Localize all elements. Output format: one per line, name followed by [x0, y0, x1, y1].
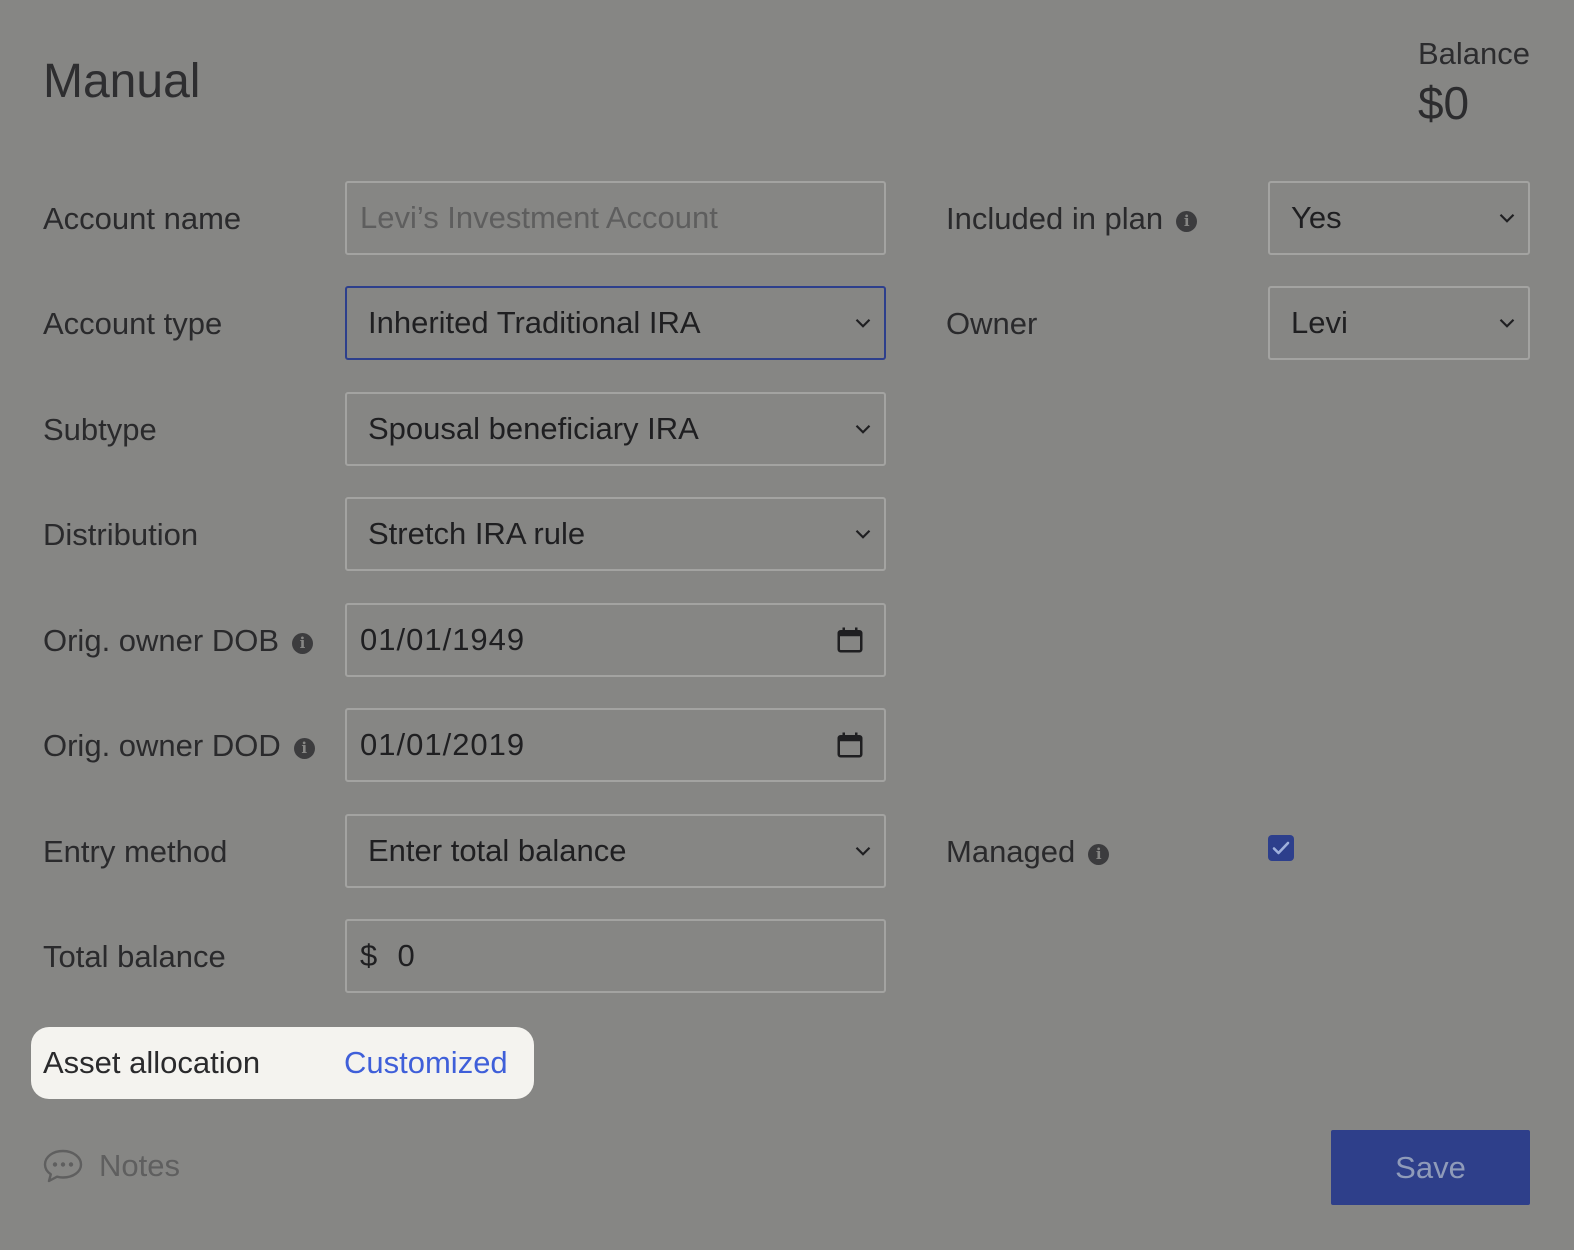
account-name-label: Account name	[43, 201, 242, 236]
calendar-icon[interactable]	[835, 730, 865, 760]
subtype-select[interactable]: Spousal beneficiary IRA	[345, 392, 886, 466]
orig-owner-dob-value: 01/01/1949	[360, 622, 526, 657]
distribution-select[interactable]: Stretch IRA rule	[345, 497, 886, 571]
entry-method-label: Entry method	[43, 834, 228, 869]
asset-allocation-label: Asset allocation	[43, 1045, 261, 1080]
notes-label: Notes	[99, 1148, 180, 1183]
orig-owner-dob-text: Orig. owner DOB	[43, 623, 280, 658]
included-in-plan-text: Included in plan	[946, 201, 1164, 236]
distribution-value: Stretch IRA rule	[368, 516, 586, 551]
account-name-input[interactable]: Levi’s Investment Account	[345, 181, 886, 255]
orig-owner-dod-value: 01/01/2019	[360, 727, 526, 762]
distribution-label: Distribution	[43, 517, 199, 552]
info-icon[interactable]: i	[1176, 210, 1198, 232]
info-icon[interactable]: i	[1088, 843, 1110, 865]
orig-owner-dod-text: Orig. owner DOD	[43, 728, 281, 763]
orig-owner-dob-label: Orig. owner DOB i	[43, 603, 314, 679]
info-icon[interactable]: i	[292, 632, 314, 654]
included-in-plan-value: Yes	[1291, 200, 1342, 235]
chevron-down-icon	[1499, 318, 1515, 328]
balance-value: $0	[1417, 77, 1470, 129]
balance-summary: Balance $0	[1418, 36, 1530, 130]
total-balance-input[interactable]: $ 0	[345, 919, 886, 993]
total-balance-label: Total balance	[43, 939, 226, 974]
save-button[interactable]: Save	[1331, 1130, 1530, 1205]
checkmark-icon	[1272, 841, 1290, 855]
chevron-down-icon	[855, 529, 871, 539]
account-type-value: Inherited Traditional IRA	[368, 305, 701, 340]
included-in-plan-label: Included in plan i	[946, 181, 1198, 257]
total-balance-value: $ 0	[360, 938, 416, 973]
orig-owner-dod-label: Orig. owner DOD i	[43, 708, 315, 784]
subtype-value: Spousal beneficiary IRA	[368, 411, 699, 446]
managed-text: Managed	[946, 834, 1076, 869]
subtype-label: Subtype	[43, 412, 157, 447]
owner-select[interactable]: Levi	[1268, 286, 1530, 360]
chevron-down-icon	[855, 846, 871, 856]
speech-bubble-icon	[43, 1149, 83, 1183]
orig-owner-dod-input[interactable]: 01/01/2019	[345, 708, 886, 782]
chevron-down-icon	[855, 424, 871, 434]
asset-allocation-link[interactable]: Customized	[344, 1045, 508, 1081]
chevron-down-icon	[1499, 213, 1515, 223]
page-title: Manual	[43, 55, 201, 108]
balance-label: Balance	[1417, 36, 1530, 71]
asset-allocation-row: Asset allocation Customized	[31, 1027, 534, 1099]
included-in-plan-select[interactable]: Yes	[1268, 181, 1530, 255]
account-name-placeholder: Levi’s Investment Account	[360, 200, 718, 235]
managed-label: Managed i	[946, 814, 1110, 890]
owner-value: Levi	[1291, 305, 1348, 340]
chevron-down-icon	[855, 318, 871, 328]
info-icon[interactable]: i	[293, 737, 315, 759]
notes-link[interactable]: Notes	[42, 1148, 180, 1184]
account-type-select[interactable]: Inherited Traditional IRA	[345, 286, 886, 360]
managed-checkbox[interactable]	[1268, 835, 1294, 861]
entry-method-value: Enter total balance	[368, 833, 627, 868]
entry-method-select[interactable]: Enter total balance	[345, 814, 886, 888]
orig-owner-dob-input[interactable]: 01/01/1949	[345, 603, 886, 677]
owner-label: Owner	[946, 306, 1038, 341]
account-type-label: Account type	[43, 306, 223, 341]
calendar-icon[interactable]	[835, 625, 865, 655]
